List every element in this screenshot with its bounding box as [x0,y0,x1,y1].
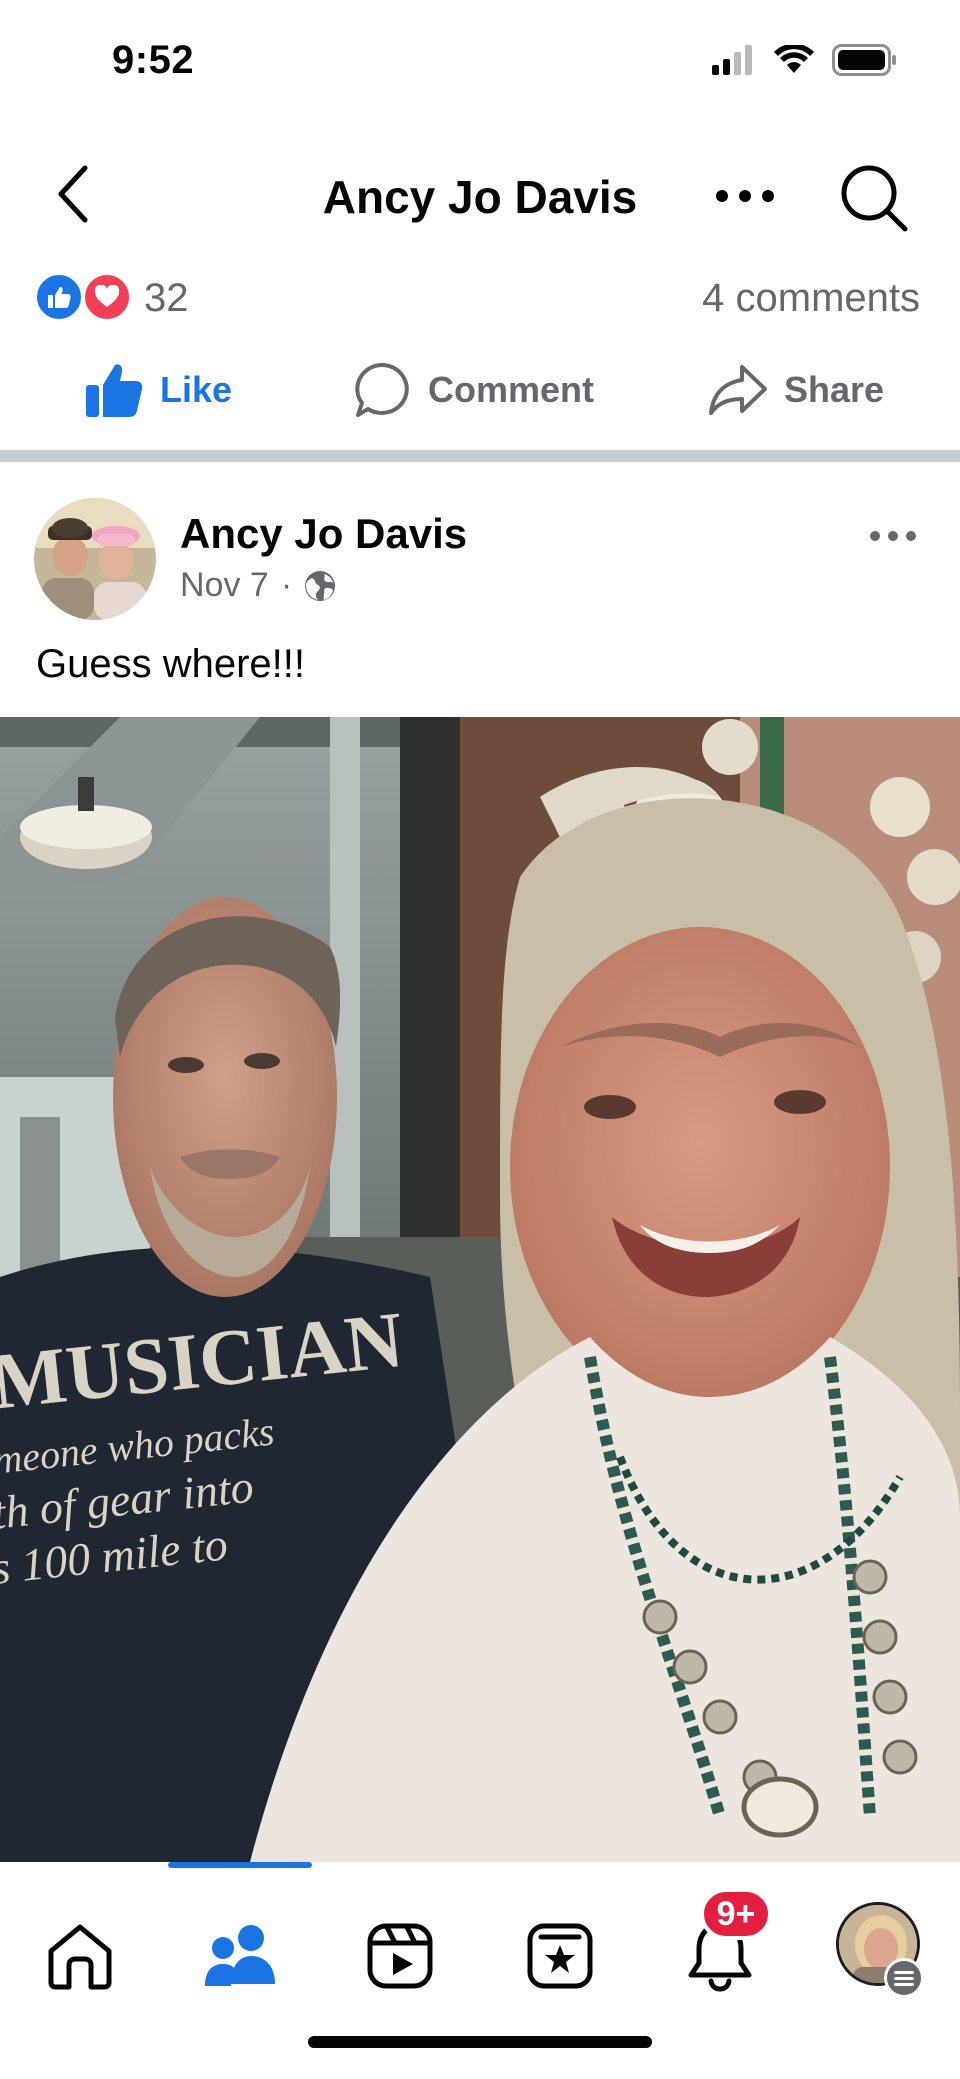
battery-icon [832,44,898,81]
search-icon [841,165,908,232]
post-meta: Nov 7 · [180,566,336,605]
wifi-icon [774,43,814,80]
reactions-summary: 32 4 comments [0,268,960,324]
post-date[interactable]: Nov 7 [180,566,269,605]
status-time: 9:52 [112,38,195,82]
thumbs-up-icon [86,364,143,417]
comments-count[interactable]: 4 comments [702,276,920,321]
tab-marketplace[interactable] [510,1906,610,2006]
more-options-button[interactable] [710,166,780,226]
post-options-button[interactable] [862,516,924,556]
more-horizontal-icon [870,531,916,541]
author-avatar[interactable] [34,498,156,620]
share-label: Share [784,369,885,410]
friends-icon [205,1925,275,1986]
tab-video[interactable] [350,1906,450,2006]
share-icon [709,365,767,415]
video-icon [367,1923,433,1989]
status-icons [712,43,898,81]
love-reaction-icon [82,272,132,322]
notifications-badge: 9+ [700,1888,772,1940]
navigation-bar: Ancy Jo Davis [0,148,960,248]
meta-separator: · [280,566,293,604]
section-divider [0,450,960,462]
home-icon [48,1924,112,1990]
post-photo[interactable]: MUSICIAN meone who packs th of gear into… [0,717,960,1862]
like-label: Like [160,369,233,410]
status-bar: 9:52 [0,0,960,130]
page-title: Ancy Jo Davis [322,171,638,223]
comment-label: Comment [428,369,595,410]
more-horizontal-icon [716,190,774,202]
post-author-name[interactable]: Ancy Jo Davis [180,510,467,558]
tab-friends[interactable] [190,1906,290,2006]
bottom-tab-bar: 9+ [0,1862,960,2079]
reaction-icons[interactable] [34,270,134,322]
like-button[interactable]: Like [84,350,232,430]
home-indicator[interactable] [308,2036,652,2048]
tab-home[interactable] [30,1906,130,2006]
post-header: Ancy Jo Davis Nov 7 · [0,494,960,624]
comment-icon [355,362,409,417]
active-tab-indicator [168,1862,312,1868]
cellular-signal-icon [712,45,756,80]
marketplace-icon [527,1923,593,1989]
reaction-count[interactable]: 32 [144,276,189,321]
globe-icon [305,570,336,601]
comment-button[interactable]: Comment [354,350,594,430]
share-button[interactable]: Share [708,350,884,430]
like-reaction-icon [34,272,84,322]
menu-icon[interactable] [884,1958,924,1998]
post-actions: Like Comment Share [0,350,960,430]
search-button[interactable] [836,160,912,236]
post-text: Guess where!!! [36,642,306,686]
